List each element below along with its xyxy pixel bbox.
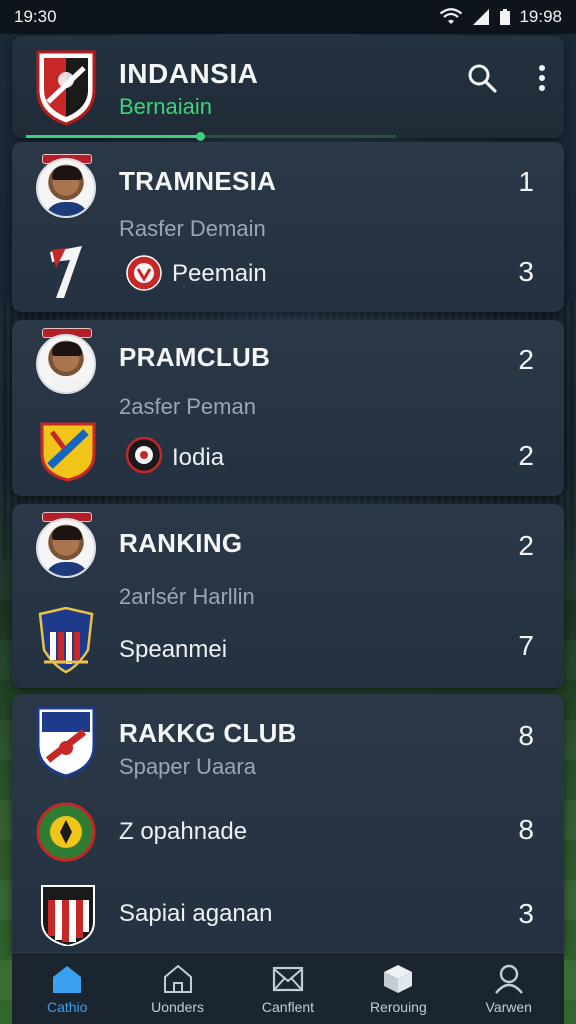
ranking-card[interactable]: TRAMNESIA 1 Rasfer Demain Peemain 3 [12, 142, 564, 312]
status-bar: 19:30 19:98 [0, 0, 576, 34]
row-value: 2 [518, 440, 534, 471]
ranking-card[interactable]: RAKKG CLUB 8 Spaper Uaara Z opahnade 8 S… [12, 694, 564, 952]
club-badge-icon [36, 802, 96, 862]
club-subtitle: Rasfer Demain [119, 216, 266, 241]
header-progress-knob[interactable] [195, 132, 205, 141]
club-name: RAKKG CLUB [119, 718, 297, 748]
row-label: Z opahnade [119, 818, 248, 845]
rank-value: 2 [518, 344, 534, 375]
club-subtitle: 2asfer Peman [119, 394, 256, 419]
box-icon [384, 964, 413, 993]
wifi-icon [440, 8, 463, 24]
battery-icon [500, 9, 511, 25]
row-value: 7 [518, 630, 534, 661]
row-label: Peemain [172, 260, 267, 287]
club-subtitle: Spaper Uaara [119, 754, 256, 779]
status-time-right: 19:98 [519, 7, 562, 26]
house-outline-icon [163, 964, 192, 993]
club-badge-icon [38, 606, 94, 674]
row-label: Sapiai aganan [119, 900, 273, 927]
page-title: INDANSIA [119, 58, 259, 89]
rank-value: 2 [518, 530, 534, 561]
rank-value: 8 [518, 720, 534, 751]
row-value: 3 [518, 256, 534, 287]
bottom-navigation: Cathio Uonders Canflent Rerouing Varwen [12, 952, 564, 1024]
page-subtitle: Bernaiain [119, 94, 212, 119]
row-label: Speanmei [119, 636, 228, 663]
club-mini-badge-icon [126, 255, 162, 291]
club-badge-icon [50, 246, 82, 298]
nav-item-label: Canflent [261, 998, 315, 1015]
nav-item-content[interactable]: Canflent [238, 963, 338, 1015]
nav-item-home[interactable]: Cathio [17, 963, 117, 1015]
club-crest-logo [36, 50, 96, 126]
header-progress-fill [26, 135, 200, 138]
nav-item-label: Varwen [485, 998, 532, 1015]
club-name: RANKING [119, 528, 243, 558]
ranking-card[interactable]: RANKING 2 2arlsér Harllin Speanmei 7 [12, 504, 564, 688]
header-progress-bar [26, 132, 396, 141]
profile-icon [494, 964, 523, 994]
club-mini-badge-icon [126, 437, 162, 473]
ranking-card[interactable]: PRAMCLUB 2 2asfer Peman Iodia 2 [12, 320, 564, 496]
more-options-icon[interactable] [530, 60, 554, 96]
nav-item-profile[interactable]: Varwen [459, 963, 559, 1015]
club-name: PRAMCLUB [119, 342, 271, 372]
rank-value: 1 [518, 166, 534, 197]
row-label: Iodia [172, 444, 225, 471]
club-name: TRAMNESIA [119, 166, 277, 196]
player-avatar [36, 518, 96, 578]
mail-icon [272, 966, 304, 991]
nav-item-routing[interactable]: Rerouing [348, 963, 448, 1015]
app-header: INDANSIA Bernaiain [12, 36, 564, 141]
search-icon[interactable] [464, 60, 500, 96]
status-time-left: 19:30 [14, 7, 57, 26]
nav-item-wonders[interactable]: Uonders [128, 963, 228, 1015]
club-subtitle: 2arlsér Harllin [119, 584, 255, 609]
club-badge-icon [40, 422, 96, 482]
player-avatar [36, 158, 96, 218]
club-badge-icon [41, 885, 95, 946]
player-avatar [36, 334, 96, 394]
home-icon [53, 965, 82, 993]
nav-item-label: Cathio [46, 998, 88, 1015]
row-value: 8 [518, 814, 534, 845]
row-value: 3 [518, 898, 534, 929]
signal-icon [473, 9, 490, 25]
status-icons: 19:98 [439, 7, 562, 27]
nav-item-label: Uonders [151, 998, 205, 1015]
club-badge-icon [36, 706, 96, 778]
nav-item-label: Rerouing [369, 998, 427, 1015]
